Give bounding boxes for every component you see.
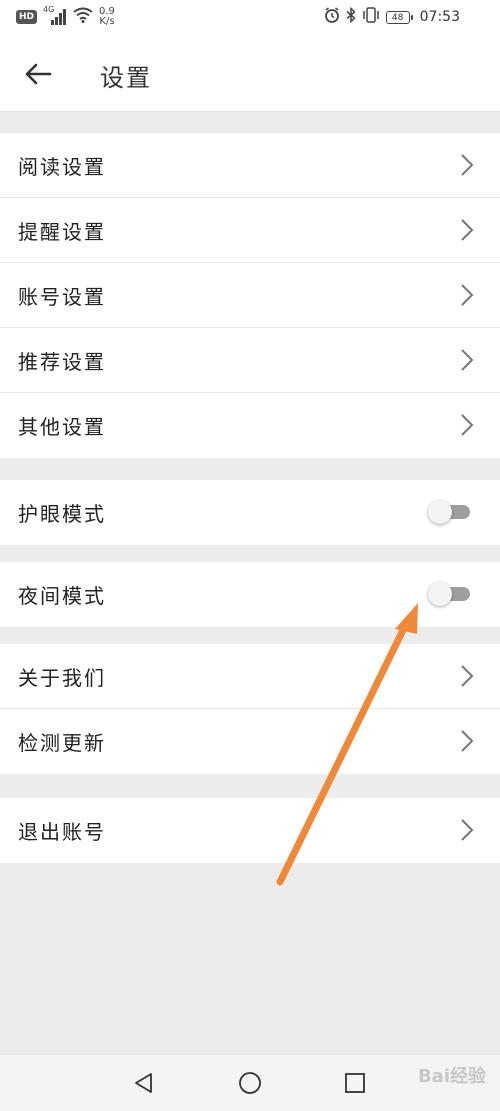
- nav-recent-button[interactable]: [340, 1068, 370, 1098]
- status-time: 07:53: [419, 9, 460, 25]
- night-mode-label: 夜间模式: [18, 584, 106, 608]
- nav-home-button[interactable]: [235, 1068, 265, 1098]
- chevron-right-icon: [461, 284, 474, 306]
- settings-item-account[interactable]: 账号设置: [0, 263, 500, 328]
- logout-label: 退出账号: [18, 820, 106, 844]
- settings-item-label: 阅读设置: [18, 155, 106, 179]
- eye-mode-label: 护眼模式: [18, 502, 106, 526]
- logout-item[interactable]: 退出账号: [0, 798, 500, 863]
- nav-back-button[interactable]: [129, 1068, 159, 1098]
- wifi-icon: [73, 7, 93, 27]
- chevron-right-icon: [461, 819, 474, 841]
- battery-icon: 48: [385, 10, 413, 24]
- settings-item-label: 账号设置: [18, 285, 106, 309]
- check-update-item[interactable]: 检测更新: [0, 709, 500, 774]
- nav-recent-icon: [345, 1073, 365, 1093]
- night-mode-toggle[interactable]: [428, 582, 470, 606]
- status-bar: HD 4G 0.9 K/s 48 07:53: [0, 0, 500, 36]
- toggle-knob: [428, 500, 452, 524]
- settings-item-reminder[interactable]: 提醒设置: [0, 198, 500, 263]
- night-mode-group: 夜间模式: [0, 562, 500, 627]
- about-us-item[interactable]: 关于我们: [0, 644, 500, 709]
- settings-item-recommend[interactable]: 推荐设置: [0, 328, 500, 393]
- net-speed: 0.9 K/s: [99, 7, 115, 27]
- settings-item-label: 推荐设置: [18, 350, 106, 374]
- alarm-icon: [324, 7, 340, 27]
- settings-group: 阅读设置 提醒设置 账号设置 推荐设置 其他设置: [0, 133, 500, 458]
- night-mode-row: 夜间模式: [0, 562, 500, 627]
- net-speed-unit: K/s: [99, 16, 115, 27]
- nav-back-icon: [135, 1073, 152, 1093]
- eye-mode-row: 护眼模式: [0, 480, 500, 545]
- check-update-label: 检测更新: [18, 731, 106, 755]
- settings-item-other[interactable]: 其他设置: [0, 393, 500, 458]
- eye-mode-group: 护眼模式: [0, 480, 500, 545]
- settings-item-label: 其他设置: [18, 415, 106, 439]
- toggle-knob: [428, 582, 452, 606]
- status-bar-left: HD 4G 0.9 K/s: [16, 5, 115, 27]
- about-us-label: 关于我们: [18, 666, 106, 690]
- chevron-right-icon: [461, 665, 474, 687]
- chevron-right-icon: [461, 414, 474, 436]
- eye-mode-toggle[interactable]: [428, 500, 470, 524]
- signal-icon: 4G: [43, 5, 67, 25]
- app-bar: 设置: [0, 36, 500, 112]
- watermark: Bai经验: [417, 1066, 486, 1087]
- page-title: 设置: [100, 64, 152, 92]
- settings-item-reading[interactable]: 阅读设置: [0, 133, 500, 198]
- chevron-right-icon: [461, 730, 474, 752]
- vibrate-icon: [362, 7, 380, 27]
- chevron-right-icon: [461, 154, 474, 176]
- logout-group: 退出账号: [0, 798, 500, 863]
- hd-icon: HD: [16, 10, 38, 24]
- settings-item-label: 提醒设置: [18, 220, 106, 244]
- chevron-right-icon: [461, 349, 474, 371]
- chevron-right-icon: [461, 219, 474, 241]
- nav-home-icon: [239, 1072, 261, 1094]
- status-bar-right: 48 07:53: [324, 6, 460, 27]
- back-arrow-icon: [25, 63, 52, 85]
- back-button[interactable]: [22, 58, 54, 90]
- bluetooth-icon: [346, 6, 356, 27]
- about-group: 关于我们 检测更新: [0, 644, 500, 774]
